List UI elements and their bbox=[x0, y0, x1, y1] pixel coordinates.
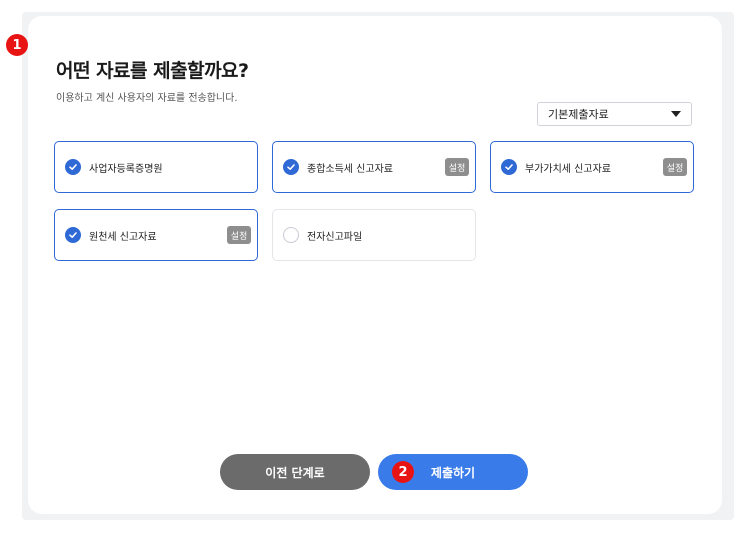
step-marker-1: 1 bbox=[6, 34, 28, 56]
option-label: 종합소득세 신고자료 bbox=[307, 163, 393, 175]
prev-step-button[interactable]: 이전 단계로 bbox=[220, 454, 370, 490]
option-vat[interactable]: 부가가치세 신고자료 설정 bbox=[490, 141, 694, 193]
document-type-selected: 기본제출자료 bbox=[548, 108, 609, 121]
option-label: 사업자등록증명원 bbox=[89, 163, 163, 175]
step-marker-2: 2 bbox=[392, 461, 414, 483]
check-icon bbox=[501, 159, 517, 175]
page-subtitle: 이용하고 계신 사용자의 자료를 전송합니다. bbox=[56, 93, 238, 104]
caret-down-icon bbox=[671, 111, 681, 117]
page-title: 어떤 자료를 제출할까요? bbox=[56, 60, 249, 82]
check-icon bbox=[283, 159, 299, 175]
option-e-filing[interactable]: 전자신고파일 bbox=[272, 209, 476, 261]
setting-button[interactable]: 설정 bbox=[663, 158, 687, 176]
option-business-registration[interactable]: 사업자등록증명원 bbox=[54, 141, 258, 193]
unchecked-circle-icon bbox=[283, 227, 299, 243]
option-label: 전자신고파일 bbox=[307, 231, 363, 243]
option-withholding-tax[interactable]: 원천세 신고자료 설정 bbox=[54, 209, 258, 261]
setting-button[interactable]: 설정 bbox=[227, 226, 251, 244]
check-icon bbox=[65, 159, 81, 175]
option-label: 부가가치세 신고자료 bbox=[525, 163, 611, 175]
option-income-tax[interactable]: 종합소득세 신고자료 설정 bbox=[272, 141, 476, 193]
setting-button[interactable]: 설정 bbox=[445, 158, 469, 176]
check-icon bbox=[65, 227, 81, 243]
option-label: 원천세 신고자료 bbox=[89, 231, 157, 243]
document-type-select[interactable]: 기본제출자료 bbox=[537, 102, 692, 126]
